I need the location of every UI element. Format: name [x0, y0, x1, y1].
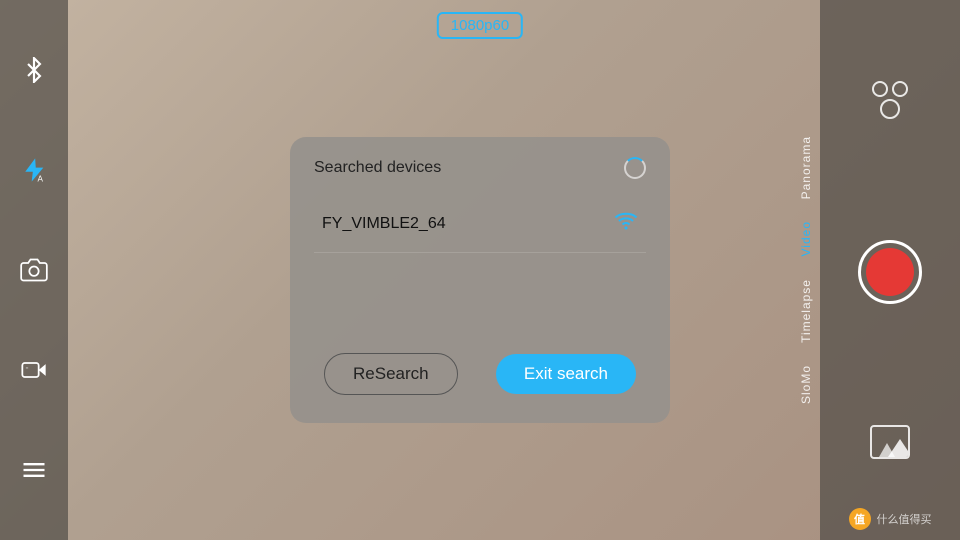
circle-bottom	[880, 99, 900, 119]
mode-labels: Panorama Video Timelapse SloMo	[792, 0, 820, 540]
modal-title: Searched devices	[314, 159, 441, 177]
wifi-icon	[614, 209, 638, 238]
mode-label-panorama[interactable]: Panorama	[799, 130, 813, 205]
mountain-decoration	[872, 439, 908, 457]
modal-buttons: ReSearch Exit search	[314, 353, 646, 395]
exit-search-button[interactable]: Exit search	[496, 354, 636, 394]
record-button[interactable]	[858, 240, 922, 304]
filter-icon[interactable]	[872, 81, 908, 119]
circle-top-left	[872, 81, 888, 97]
mode-label-timelapse[interactable]: Timelapse	[799, 273, 813, 349]
device-name: FY_VIMBLE2_64	[322, 215, 446, 233]
modal-header: Searched devices	[314, 157, 646, 179]
circle-top-right	[892, 81, 908, 97]
watermark-text: 什么值得买	[877, 511, 932, 527]
modal-empty-area	[314, 253, 646, 333]
watermark-badge: 值	[849, 508, 871, 530]
right-sidebar	[820, 0, 960, 540]
loading-spinner	[624, 157, 646, 179]
record-indicator	[866, 248, 914, 296]
device-list-item[interactable]: FY_VIMBLE2_64	[314, 195, 646, 253]
device-search-modal: Searched devices FY_VIMBLE2_64 ReSearch …	[290, 137, 670, 423]
mode-label-slomo[interactable]: SloMo	[799, 359, 813, 410]
watermark: 值 什么值得买	[820, 508, 960, 530]
research-button[interactable]: ReSearch	[324, 353, 458, 395]
mode-label-video[interactable]: Video	[799, 215, 813, 262]
gallery-icon[interactable]	[870, 425, 910, 459]
